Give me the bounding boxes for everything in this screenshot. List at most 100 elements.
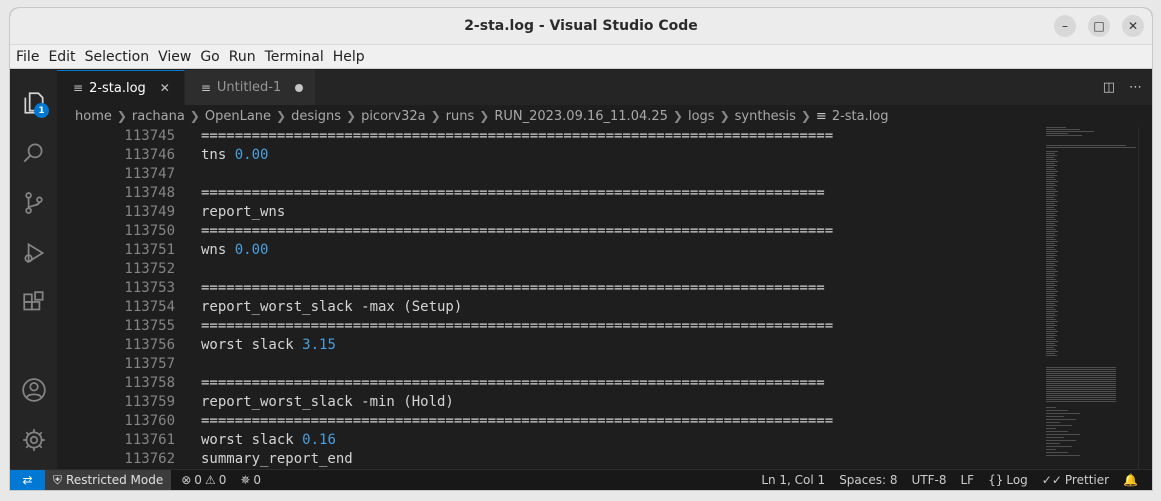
minimap-line xyxy=(1046,273,1055,274)
breadcrumb-item[interactable]: RUN_2023.09.16_11.04.25 xyxy=(494,109,668,124)
explorer-badge: 1 xyxy=(34,103,49,118)
search-icon[interactable] xyxy=(10,128,57,178)
minimap-line xyxy=(1046,289,1056,290)
minimap-line xyxy=(1046,321,1058,322)
breadcrumb-item[interactable]: designs xyxy=(291,109,341,124)
line-number: 113749 xyxy=(124,204,175,220)
warning-count: 0 xyxy=(218,473,227,487)
code-line[interactable]: 113751 wns 0.00 xyxy=(57,241,1022,260)
maximize-button[interactable]: □ xyxy=(1088,15,1110,37)
menu-run[interactable]: Run xyxy=(229,49,256,65)
code-line[interactable]: 113755 ==================================… xyxy=(57,317,1022,336)
menu-view[interactable]: View xyxy=(158,49,191,65)
breadcrumb-item[interactable]: picorv32a xyxy=(361,109,426,124)
code-editor[interactable]: 113745 ==================================… xyxy=(57,127,1152,469)
minimap-line xyxy=(1046,271,1058,272)
problems-indicator[interactable]: ⊗ 0 ⚠ 0 xyxy=(181,473,226,487)
code-line[interactable]: 113758 ==================================… xyxy=(57,374,1022,393)
minimap-line xyxy=(1046,385,1116,386)
cursor-position[interactable]: Ln 1, Col 1 xyxy=(761,473,825,487)
code-line[interactable]: 113749 report_wns xyxy=(57,203,1022,222)
split-editor-icon[interactable]: ◫ xyxy=(1103,80,1115,95)
minimap-line xyxy=(1046,251,1058,252)
encoding[interactable]: UTF-8 xyxy=(912,473,947,487)
breadcrumb-item[interactable]: runs xyxy=(446,109,475,124)
minimap-line xyxy=(1046,307,1054,308)
vertical-scrollbar[interactable] xyxy=(1138,127,1152,469)
braces-icon: {} xyxy=(988,473,1004,487)
minimap-line xyxy=(1046,285,1057,286)
line-text: ========================================… xyxy=(175,184,825,203)
minimap-line xyxy=(1046,269,1056,270)
restricted-mode-label: Restricted Mode xyxy=(66,473,164,487)
minimap[interactable] xyxy=(1046,127,1138,469)
menu-selection[interactable]: Selection xyxy=(85,49,150,65)
code-line[interactable]: 113750 ==================================… xyxy=(57,222,1022,241)
window-controls: – □ ✕ xyxy=(1054,15,1144,37)
code-line[interactable]: 113756 worst slack 3.15 xyxy=(57,336,1022,355)
close-tab-icon[interactable]: ✕ xyxy=(158,81,172,95)
line-number: 113759 xyxy=(124,394,175,410)
account-icon[interactable] xyxy=(10,365,57,415)
code-line[interactable]: 113760 ==================================… xyxy=(57,412,1022,431)
tab-2-sta-log[interactable]: ≡ 2-sta.log ✕ xyxy=(57,70,185,105)
line-text: summary_report_end xyxy=(175,450,353,469)
explorer-icon[interactable]: 1 xyxy=(10,78,57,128)
code-line[interactable]: 113761 worst slack 0.16 xyxy=(57,431,1022,450)
restricted-mode-indicator[interactable]: ⛨ Restricted Mode xyxy=(45,469,172,490)
code-lines[interactable]: 113745 ==================================… xyxy=(57,127,1022,469)
menu-help[interactable]: Help xyxy=(333,49,365,65)
minimap-line xyxy=(1046,263,1055,264)
minimap-line xyxy=(1046,163,1055,164)
menu-go[interactable]: Go xyxy=(200,49,219,65)
ports-indicator[interactable]: ✵ 0 xyxy=(240,473,261,487)
menu-terminal[interactable]: Terminal xyxy=(265,49,324,65)
minimap-line xyxy=(1046,151,1058,152)
breadcrumb-item[interactable]: OpenLane xyxy=(205,109,271,124)
breadcrumb-item[interactable]: synthesis xyxy=(735,109,796,124)
numeric-value: 0.00 xyxy=(234,147,269,163)
more-actions-icon[interactable]: ⋯ xyxy=(1129,80,1142,95)
breadcrumb-item[interactable]: 2-sta.log xyxy=(832,109,889,124)
code-line[interactable]: 113757 xyxy=(57,355,1022,374)
minimize-button[interactable]: – xyxy=(1054,15,1076,37)
breadcrumb-item[interactable]: home xyxy=(75,109,112,124)
remote-indicator-icon[interactable]: ⇄ xyxy=(10,469,45,490)
code-line[interactable]: 113746 tns 0.00 xyxy=(57,146,1022,165)
code-line[interactable]: 113753 ==================================… xyxy=(57,279,1022,298)
language-mode[interactable]: {} Log xyxy=(988,473,1028,487)
settings-gear-icon[interactable] xyxy=(10,415,57,465)
code-line[interactable]: 113762 summary_report_end xyxy=(57,450,1022,469)
breadcrumb-item[interactable]: rachana xyxy=(132,109,185,124)
minimap-line xyxy=(1046,410,1068,411)
end-of-line[interactable]: LF xyxy=(960,473,974,487)
minimap-line xyxy=(1046,147,1136,148)
code-line[interactable]: 113747 xyxy=(57,165,1022,184)
menu-bar: File Edit Selection View Go Run Terminal… xyxy=(10,45,1152,69)
minimap-line xyxy=(1046,325,1057,326)
line-number: 113754 xyxy=(124,299,175,315)
menu-edit[interactable]: Edit xyxy=(48,49,75,65)
line-text: tns 0.00 xyxy=(175,146,268,165)
close-button[interactable]: ✕ xyxy=(1122,15,1144,37)
code-line[interactable]: 113759 report_worst_slack -min (Hold) xyxy=(57,393,1022,412)
activity-bar: 1 xyxy=(10,70,57,469)
notifications-bell-icon[interactable]: 🔔 xyxy=(1123,473,1138,487)
code-line[interactable]: 113754 report_worst_slack -max (Setup) xyxy=(57,298,1022,317)
extensions-icon[interactable] xyxy=(10,278,57,328)
code-line[interactable]: 113748 ==================================… xyxy=(57,184,1022,203)
run-debug-icon[interactable] xyxy=(10,228,57,278)
tab-untitled-1[interactable]: ≡ Untitled-1 xyxy=(184,70,317,105)
breadcrumb: home ❯ rachana ❯ OpenLane ❯ designs ❯ picorv… xyxy=(57,105,1152,127)
breadcrumb-item[interactable]: logs xyxy=(688,109,715,124)
menu-file[interactable]: File xyxy=(16,49,39,65)
code-line[interactable]: 113745 ==================================… xyxy=(57,127,1022,146)
code-line[interactable]: 113752 xyxy=(57,260,1022,279)
prettier-status[interactable]: ✓✓ Prettier xyxy=(1042,473,1109,487)
minimap-line xyxy=(1046,187,1054,188)
minimap-line xyxy=(1046,387,1116,388)
unsaved-dot-icon[interactable] xyxy=(295,83,304,92)
line-text: ========================================… xyxy=(175,222,833,241)
indentation[interactable]: Spaces: 8 xyxy=(839,473,897,487)
source-control-icon[interactable] xyxy=(10,178,57,228)
